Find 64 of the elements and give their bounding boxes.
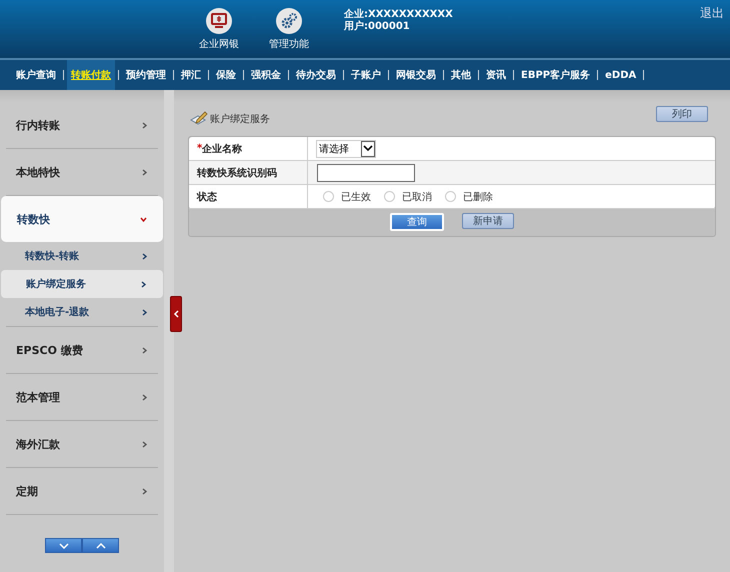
chevron-up-icon xyxy=(96,542,106,548)
app-label[interactable]: 企业网银 xyxy=(199,37,239,51)
radio-label: 已删除 xyxy=(463,190,493,204)
sidebar-item[interactable]: 定期 xyxy=(0,468,164,514)
chevron-icon xyxy=(140,280,148,288)
nav-tab[interactable]: 其他 xyxy=(447,60,475,90)
new-application-button[interactable]: 新申请 xyxy=(462,213,514,229)
collapse-sidebar-button[interactable] xyxy=(170,296,182,332)
company-select[interactable]: 请选择 xyxy=(316,140,376,158)
scroll-up-button[interactable] xyxy=(82,538,120,553)
nav-tab[interactable]: 转账付款 xyxy=(67,60,115,90)
nav-tab[interactable]: 押汇 xyxy=(177,60,205,90)
nav-tab[interactable]: EBPP客户服务 xyxy=(517,60,594,90)
nav-tab[interactable]: 子账户 xyxy=(347,60,385,90)
chevron-icon xyxy=(141,308,148,316)
chevron-icon xyxy=(141,252,148,260)
radio-button[interactable] xyxy=(384,191,395,202)
chevron-icon xyxy=(141,168,148,176)
field-label: 转数快系统识别码 xyxy=(197,166,277,180)
pencil-paper-icon xyxy=(190,110,208,126)
chevron-icon xyxy=(140,216,148,222)
field-label: 状态 xyxy=(197,190,217,204)
chevron-icon xyxy=(141,346,148,354)
user-id: 用户:000001 xyxy=(344,21,411,33)
field-label: 企业名称 xyxy=(202,142,242,156)
scroll-down-button[interactable] xyxy=(45,538,82,553)
nav-tab[interactable]: 网银交易 xyxy=(392,60,440,90)
nav-tab[interactable]: 预约管理 xyxy=(122,60,170,90)
chevron-down-icon xyxy=(58,542,69,548)
sidebar-subitem[interactable]: 转数快-转账 xyxy=(0,242,164,270)
monitor-icon[interactable] xyxy=(206,8,232,34)
nav-tab[interactable]: 账户查询 xyxy=(12,60,60,90)
nav-tab[interactable]: 保险 xyxy=(212,60,240,90)
radio-label: 已生效 xyxy=(341,190,371,204)
chevron-icon xyxy=(141,488,148,494)
gears-icon[interactable] xyxy=(276,8,302,34)
chevron-icon xyxy=(141,122,148,128)
radio-button[interactable] xyxy=(445,191,456,202)
company-name: 企业:XXXXXXXXXXX xyxy=(344,9,453,20)
nav-tab[interactable]: 资讯 xyxy=(482,60,510,90)
radio-button[interactable] xyxy=(323,191,334,202)
sidebar-item[interactable]: EPSCO 缴费 xyxy=(0,327,164,373)
chevron-left-icon xyxy=(173,310,180,318)
query-button[interactable]: 查询 xyxy=(390,213,444,231)
app-label[interactable]: 管理功能 xyxy=(269,37,309,51)
print-button[interactable]: 列印 xyxy=(656,106,708,122)
nav-tab[interactable]: eDDA xyxy=(601,62,640,88)
sidebar-item[interactable]: 转数快 xyxy=(1,196,164,242)
nav-tab[interactable]: 强积金 xyxy=(247,60,285,90)
sidebar-subitem[interactable]: 本地电子-退款 xyxy=(0,298,164,326)
chevron-icon xyxy=(141,440,148,448)
nav-tab[interactable]: 待办交易 xyxy=(292,60,340,90)
page-title: 账户绑定服务 xyxy=(210,112,270,126)
radio-label: 已取消 xyxy=(402,190,432,204)
sidebar-item[interactable]: 海外汇款 xyxy=(0,421,164,467)
sidebar-subitem[interactable]: 账户绑定服务 xyxy=(1,270,164,298)
sidebar-item[interactable]: 行内转账 xyxy=(0,102,164,148)
required-mark: * xyxy=(197,143,202,154)
input-field[interactable] xyxy=(317,164,415,182)
caret-icon xyxy=(363,145,373,152)
sidebar-item[interactable]: 本地特快 xyxy=(0,149,164,195)
logout-link[interactable]: 退出 xyxy=(700,5,724,22)
sidebar-item[interactable]: 范本管理 xyxy=(0,374,164,420)
chevron-icon xyxy=(141,394,148,400)
